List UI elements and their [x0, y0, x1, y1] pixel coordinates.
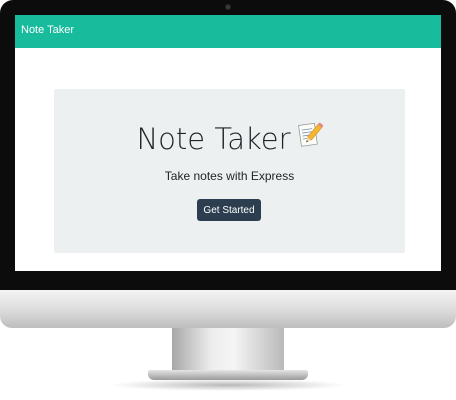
stand-shadow: [108, 379, 348, 391]
hero-subtitle: Take notes with Express: [164, 169, 295, 183]
monitor-screen: Note Taker Note Taker Take notes with Ex…: [15, 15, 441, 271]
hero-jumbotron: Note Taker Take notes with Express Get S…: [54, 89, 405, 253]
title-text: Note Taker: [136, 122, 291, 156]
page-title: Note Taker: [54, 121, 405, 159]
navbar: Note Taker: [15, 15, 441, 48]
monitor-bezel: Note Taker Note Taker Take notes with Ex…: [0, 0, 456, 290]
monitor-chin: [0, 290, 456, 328]
monitor-stand-foot: [148, 370, 308, 380]
navbar-brand[interactable]: Note Taker: [21, 24, 74, 36]
get-started-button[interactable]: Get Started: [197, 199, 261, 221]
memo-icon: [297, 121, 324, 156]
camera-icon: [225, 4, 231, 10]
monitor-stand-neck: [172, 328, 284, 372]
